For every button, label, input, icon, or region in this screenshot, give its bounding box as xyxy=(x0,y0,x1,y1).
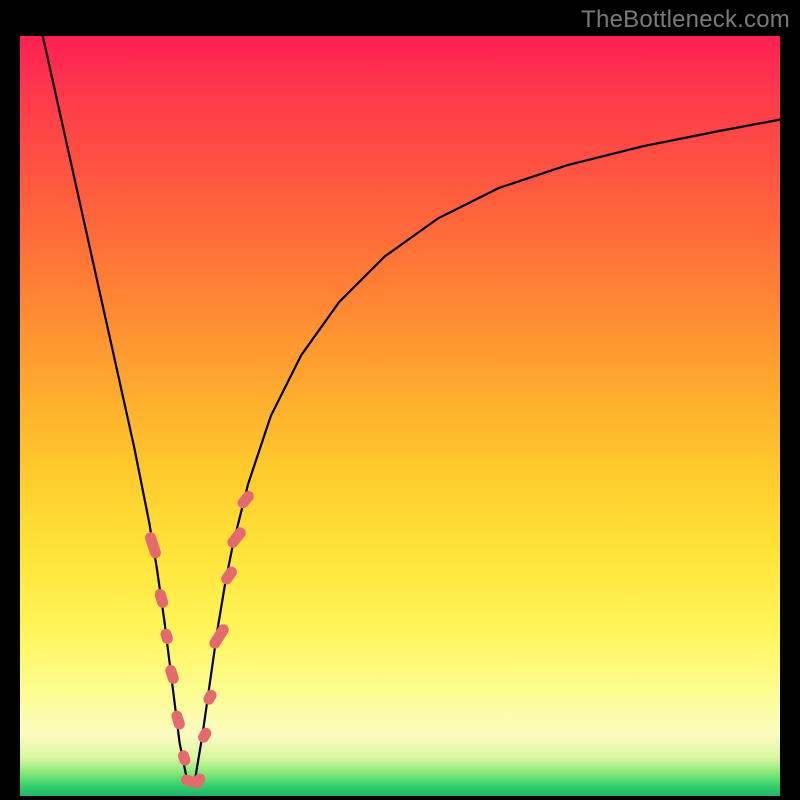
chart-marker xyxy=(196,726,213,745)
bottleneck-curve xyxy=(43,36,780,781)
chart-marker xyxy=(207,622,231,651)
chart-marker xyxy=(144,531,163,560)
watermark-text: TheBottleneck.com xyxy=(581,6,790,34)
chart-marker xyxy=(170,709,186,731)
chart-marker xyxy=(235,489,256,511)
chart-marker xyxy=(190,771,207,790)
chart-marker xyxy=(159,627,174,645)
chart-plot-area xyxy=(20,36,780,796)
chart-marker xyxy=(225,525,248,550)
chart-marker xyxy=(153,588,169,610)
chart-svg xyxy=(20,36,780,796)
chart-marker xyxy=(219,564,239,586)
chart-frame xyxy=(20,36,780,796)
chart-marker xyxy=(177,749,192,767)
chart-marker xyxy=(164,664,180,686)
chart-marker xyxy=(201,688,218,707)
